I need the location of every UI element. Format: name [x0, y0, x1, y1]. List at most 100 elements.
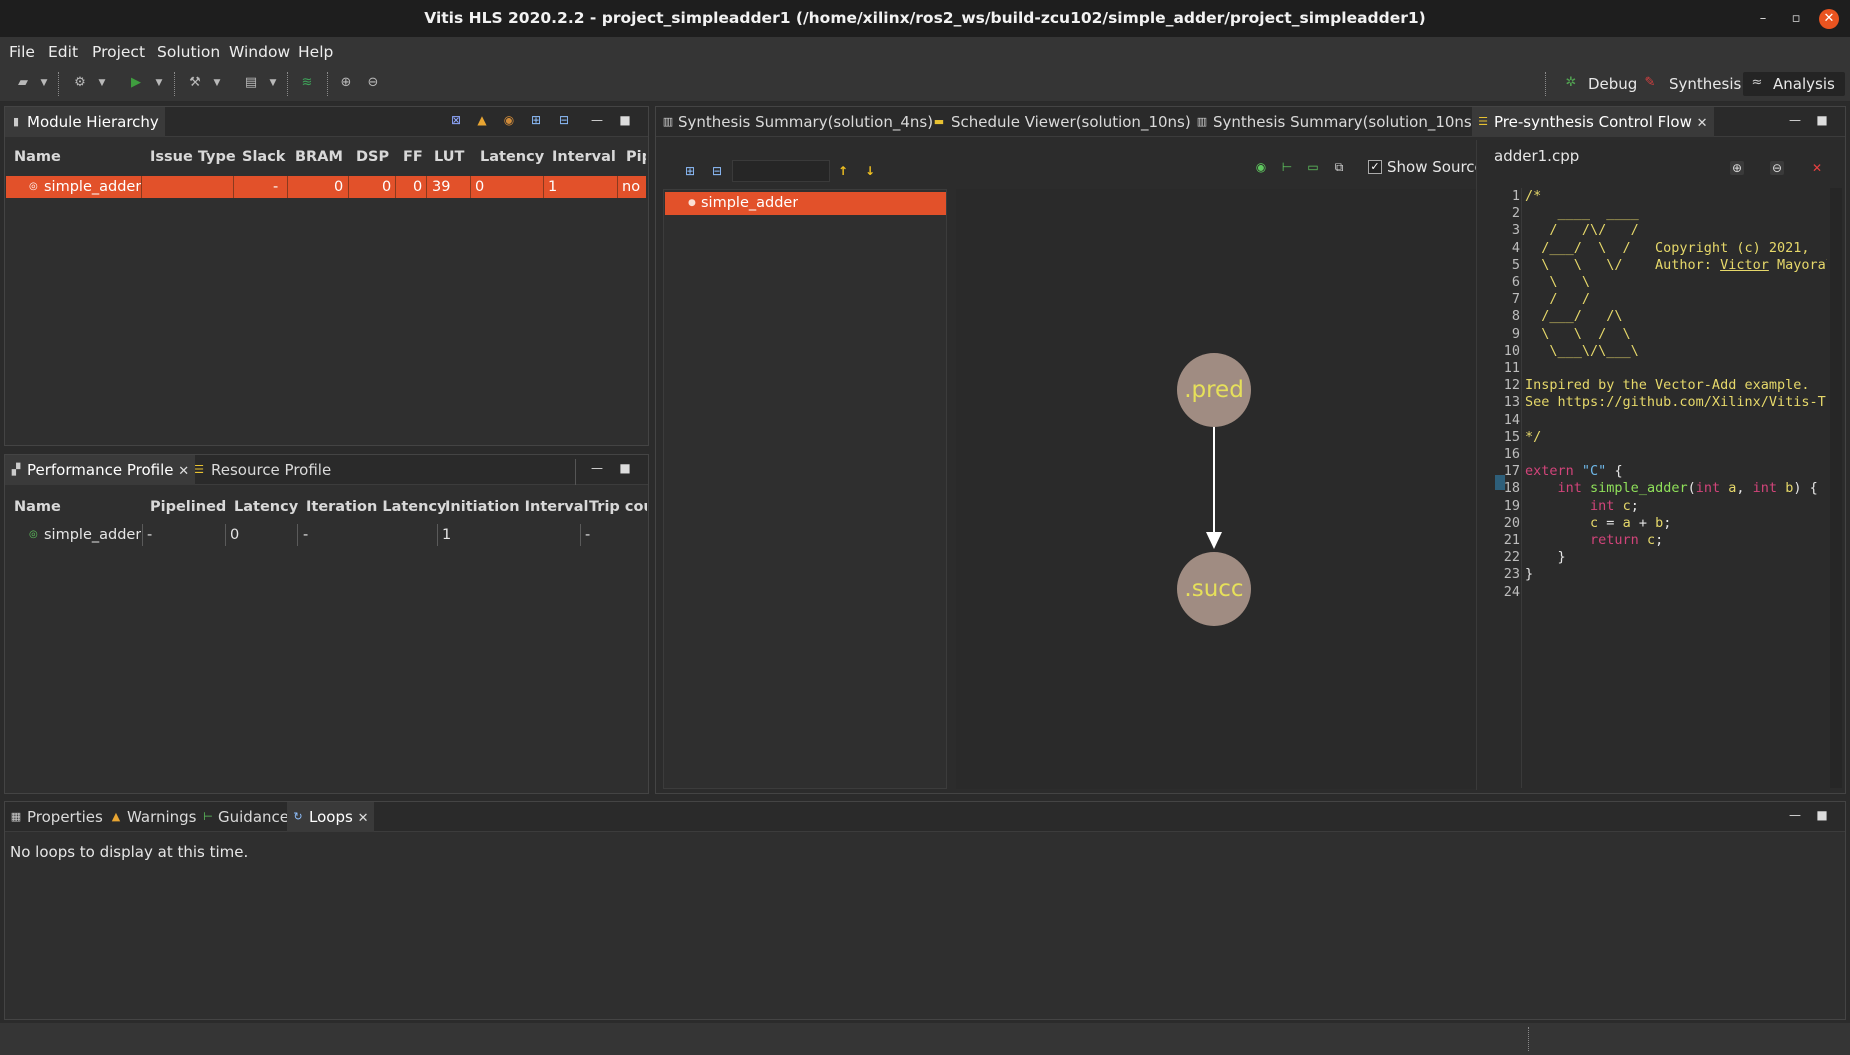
collapse-all-icon[interactable]: ⊟	[710, 164, 724, 178]
zoom-out-icon[interactable]: ⊖	[364, 74, 382, 92]
zoom-out-icon[interactable]: ⊖	[1770, 161, 1784, 175]
maximize-icon[interactable]: ■	[618, 113, 632, 127]
show-source-label[interactable]: Show Source	[1387, 156, 1484, 178]
tab-guidance[interactable]: Guidance	[218, 802, 289, 832]
zoom-in-icon[interactable]: ⊕	[337, 74, 355, 92]
col-pipelined[interactable]: Pip	[626, 142, 646, 172]
minimize-button[interactable]: –	[1753, 9, 1773, 29]
clipboard-icon[interactable]: ▤	[242, 74, 260, 92]
maximize-icon[interactable]: ■	[1815, 808, 1829, 822]
menu-window[interactable]: Window	[229, 41, 290, 63]
line-number: 16	[1503, 446, 1520, 463]
settings-icon[interactable]: ⚙	[71, 74, 89, 92]
zoom-in-icon[interactable]: ⊕	[1730, 161, 1744, 175]
close-window-button[interactable]: ✕	[1819, 9, 1839, 29]
control-flow-icon: ☰	[1478, 115, 1488, 128]
tab-resource-profile[interactable]: Resource Profile	[211, 455, 331, 485]
arrow-up-icon[interactable]: ↑	[836, 164, 850, 178]
line-number: 22	[1503, 549, 1520, 566]
close-source-icon[interactable]: ✕	[1810, 161, 1824, 175]
run-config-icon[interactable]: ⚒	[186, 74, 204, 92]
row-divider	[233, 176, 234, 198]
tab-performance-profile[interactable]: Performance Profile ✕	[5, 455, 196, 485]
cell-latency: 0	[475, 179, 485, 195]
menu-file[interactable]: File	[9, 41, 35, 63]
chevron-down-icon[interactable]: ▼	[35, 74, 53, 92]
tab-module-hierarchy[interactable]: Module Hierarchy	[5, 107, 165, 137]
filter-input[interactable]	[732, 160, 830, 182]
col-latency[interactable]: Latency	[234, 492, 298, 522]
tab-schedule-viewer-10ns[interactable]: Schedule Viewer(solution_10ns)	[951, 107, 1191, 137]
debug-icon[interactable]: ✲	[1562, 74, 1580, 92]
perspective-debug[interactable]: Debug	[1588, 72, 1637, 96]
col-bram[interactable]: BRAM	[295, 142, 343, 172]
waveform-icon[interactable]: ≋	[298, 74, 316, 92]
col-name[interactable]: Name	[14, 142, 61, 172]
col-dsp[interactable]: DSP	[356, 142, 389, 172]
arrow-down-icon[interactable]: ↓	[863, 164, 877, 178]
fit-icon[interactable]: ⧉	[1332, 160, 1346, 174]
close-tab-icon[interactable]: ✕	[178, 464, 189, 479]
col-trip-count[interactable]: Trip cou	[589, 492, 647, 522]
close-tab-icon[interactable]: ✕	[1697, 116, 1708, 131]
line-number: 8	[1511, 308, 1520, 325]
col-interval[interactable]: Interval	[552, 142, 616, 172]
minimize-icon[interactable]: —	[590, 461, 604, 475]
loop-icon: ↻	[293, 810, 303, 823]
synthesis-icon[interactable]: ✎	[1641, 74, 1659, 92]
minimize-icon[interactable]: —	[1788, 808, 1802, 822]
toolbar-separator	[1545, 72, 1546, 96]
tab-pre-synthesis-control-flow[interactable]: Pre-synthesis Control Flow ✕	[1472, 107, 1714, 137]
chevron-down-icon[interactable]: ▼	[264, 74, 282, 92]
maximize-icon[interactable]: ■	[1815, 113, 1829, 127]
menu-help[interactable]: Help	[298, 41, 333, 63]
menu-solution[interactable]: Solution	[157, 41, 220, 63]
row-divider	[348, 176, 349, 198]
tab-properties[interactable]: Properties	[27, 802, 103, 832]
line-number: 4	[1511, 239, 1520, 256]
tab-warnings[interactable]: Warnings	[127, 802, 197, 832]
col-slack[interactable]: Slack	[242, 142, 285, 172]
cell-name: simple_adder	[44, 179, 142, 195]
tree-icon[interactable]: ⊢	[1280, 160, 1294, 174]
analysis-icon: ≈	[1751, 75, 1763, 90]
close-tab-icon[interactable]: ✕	[358, 811, 369, 826]
info-icon[interactable]: ◉	[502, 113, 516, 127]
restore-button[interactable]: ▫	[1786, 9, 1806, 29]
col-name[interactable]: Name	[14, 492, 61, 522]
col-lut[interactable]: LUT	[434, 142, 464, 172]
expand-all-icon[interactable]: ⊞	[683, 164, 697, 178]
col-iteration-latency[interactable]: Iteration Latency	[306, 492, 447, 522]
minimize-icon[interactable]: —	[1788, 113, 1802, 127]
collapse-icon[interactable]: ⊠	[449, 113, 463, 127]
tab-synthesis-summary-4ns[interactable]: Synthesis Summary(solution_4ns)	[678, 107, 933, 137]
chevron-down-icon[interactable]: ▼	[208, 74, 226, 92]
expand-all-icon[interactable]: ⊞	[529, 113, 543, 127]
perspective-synthesis[interactable]: Synthesis	[1669, 72, 1741, 96]
col-pipelined[interactable]: Pipelined	[150, 492, 226, 522]
layout-icon[interactable]: ▭	[1306, 160, 1320, 174]
menu-project[interactable]: Project	[92, 41, 145, 63]
open-folder-icon[interactable]: ▰	[14, 74, 32, 92]
line-number: 9	[1511, 325, 1520, 342]
warning-icon[interactable]: ▲	[475, 113, 489, 127]
chevron-down-icon[interactable]: ▼	[93, 74, 111, 92]
tab-synthesis-summary-10ns[interactable]: Synthesis Summary(solution_10ns)	[1213, 107, 1478, 137]
node-icon[interactable]: ◉	[1254, 160, 1268, 174]
maximize-icon[interactable]: ■	[618, 461, 632, 475]
run-icon[interactable]: ▶	[127, 74, 145, 92]
collapse-all-icon[interactable]: ⊟	[557, 113, 571, 127]
col-issue-type[interactable]: Issue Type	[150, 142, 236, 172]
show-source-checkbox[interactable]: ✓	[1368, 160, 1382, 174]
gutter-divider	[1521, 188, 1522, 788]
tree-item-label: simple_adder	[701, 195, 799, 211]
module-status-icon: ◎	[29, 529, 38, 540]
col-ff[interactable]: FF	[403, 142, 423, 172]
cell-slack: -	[273, 179, 279, 195]
minimize-icon[interactable]: —	[590, 113, 604, 127]
col-latency[interactable]: Latency	[480, 142, 544, 172]
col-initiation-interval[interactable]: Initiation Interval	[445, 492, 588, 522]
menu-edit[interactable]: Edit	[48, 41, 78, 63]
chevron-down-icon[interactable]: ▼	[150, 74, 168, 92]
source-scrollbar[interactable]	[1830, 188, 1842, 788]
